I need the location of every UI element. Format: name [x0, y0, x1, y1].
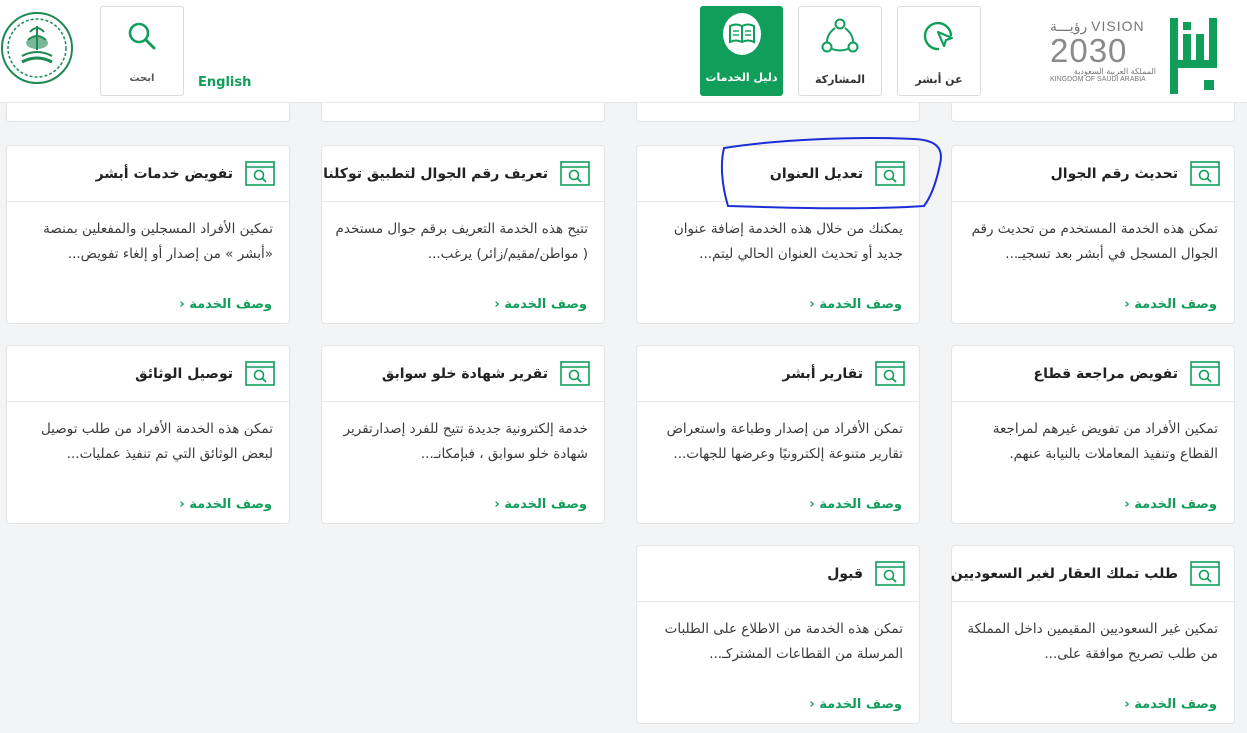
vision-logo-english: KINGDOM OF SAUDI ARABIA [1050, 76, 1146, 83]
about-absher-button[interactable]: عن أبشر [897, 6, 981, 96]
service-title: توصيل الوثائق [135, 365, 233, 382]
service-description: يمكنك من خلال هذه الخدمة إضافة عنوان جدي… [673, 221, 903, 262]
service-card[interactable]: تحديث رقم الجوال تمكن هذه الخدمة المستخد… [951, 145, 1235, 324]
vision-logo-year: 2030 [1050, 32, 1128, 69]
service-title: تفويض خدمات أبشر [95, 165, 233, 182]
search-icon [123, 17, 161, 55]
services-guide-label: دليل الخدمات [705, 71, 778, 84]
service-card[interactable]: تعريف رقم الجوال لتطبيق توكلنا تتيح هذه … [321, 145, 605, 324]
service-search-icon [560, 161, 590, 186]
absher-logo[interactable] [1168, 12, 1222, 96]
service-card-partial [321, 102, 605, 122]
service-title: تقارير أبشر [782, 365, 864, 382]
service-description: تتيح هذه الخدمة التعريف برقم جوال مستخدم… [335, 221, 588, 262]
service-search-icon [1190, 361, 1220, 386]
service-details-link[interactable]: وصف الخدمة ‹ [637, 286, 919, 312]
service-card[interactable]: تفويض خدمات أبشر تمكين الأفراد المسجلين … [6, 145, 290, 324]
saudi-emblem-logo[interactable] [0, 10, 74, 86]
service-title: قبول [827, 565, 863, 582]
service-description: تمكن هذه الخدمة الأفراد من طلب توصيل لبع… [40, 421, 273, 462]
service-card[interactable]: طلب تملك العقار لغير السعوديين تمكين غير… [951, 545, 1235, 724]
service-title: تقرير شهادة خلو سوابق [381, 365, 548, 382]
service-title: تحديث رقم الجوال [1050, 165, 1178, 182]
service-search-icon [875, 361, 905, 386]
pointer-icon [920, 17, 958, 55]
service-search-icon [245, 361, 275, 386]
language-switch-link[interactable]: English [198, 75, 251, 90]
participation-button[interactable]: المشاركة [798, 6, 882, 96]
service-details-link[interactable]: وصف الخدمة ‹ [637, 486, 919, 512]
service-description: تمكن هذه الخدمة المستخدم من تحديث رقم ال… [971, 221, 1218, 262]
service-card-partial [951, 102, 1235, 122]
service-description: تمكين الأفراد من تفويض غيرهم لمراجعة الق… [992, 421, 1218, 462]
service-description: تمكين الأفراد المسجلين والمفعلين بمنصة «… [43, 221, 273, 262]
service-description: تمكن الأفراد من إصدار وطباعة واستعراض تق… [666, 421, 903, 462]
site-header: ابحث English دليل الخدمات المشاركة عن أب… [0, 0, 1247, 103]
service-details-link[interactable]: وصف الخدمة ‹ [322, 486, 604, 512]
service-card-partial [636, 102, 920, 122]
service-title: تفويض مراجعة قطاع [1033, 365, 1179, 382]
about-absher-label: عن أبشر [915, 73, 963, 86]
service-search-icon [560, 361, 590, 386]
service-search-icon [875, 161, 905, 186]
book-icon [722, 13, 761, 55]
participation-label: المشاركة [815, 73, 865, 86]
service-description: خدمة إلكترونية جديدة تتيح للفرد إصدارتقر… [343, 421, 588, 462]
service-details-link[interactable]: وصف الخدمة ‹ [7, 486, 289, 512]
service-card[interactable]: تفويض مراجعة قطاع تمكين الأفراد من تفويض… [951, 345, 1235, 524]
service-search-icon [1190, 161, 1220, 186]
service-search-icon [245, 161, 275, 186]
service-description: تمكن هذه الخدمة من الاطلاع على الطلبات ا… [664, 621, 903, 662]
share-icon [821, 17, 859, 55]
service-card[interactable]: تقارير أبشر تمكن الأفراد من إصدار وطباعة… [636, 345, 920, 524]
search-button[interactable]: ابحث [100, 6, 184, 96]
service-details-link[interactable]: وصف الخدمة ‹ [952, 686, 1234, 712]
search-label: ابحث [129, 73, 155, 84]
service-card[interactable]: قبول تمكن هذه الخدمة من الاطلاع على الطل… [636, 545, 920, 724]
service-card-partial [6, 102, 290, 122]
service-details-link[interactable]: وصف الخدمة ‹ [322, 286, 604, 312]
service-title: طلب تملك العقار لغير السعوديين [950, 565, 1178, 582]
service-details-link[interactable]: وصف الخدمة ‹ [637, 686, 919, 712]
service-card[interactable]: توصيل الوثائق تمكن هذه الخدمة الأفراد من… [6, 345, 290, 524]
service-card[interactable]: تقرير شهادة خلو سوابق خدمة إلكترونية جدي… [321, 345, 605, 524]
services-guide-button[interactable]: دليل الخدمات [700, 6, 783, 96]
service-details-link[interactable]: وصف الخدمة ‹ [952, 286, 1234, 312]
vision-2030-logo: رؤيـــة VISION 2030 المملكة العربية السع… [1050, 18, 1162, 96]
service-details-link[interactable]: وصف الخدمة ‹ [7, 286, 289, 312]
service-card[interactable]: تعديل العنوان يمكنك من خلال هذه الخدمة إ… [636, 145, 920, 324]
service-search-icon [1190, 561, 1220, 586]
service-title: تعريف رقم الجوال لتطبيق توكلنا [323, 165, 548, 182]
service-description: تمكين غير السعوديين المقيمين داخل المملك… [967, 621, 1218, 662]
service-details-link[interactable]: وصف الخدمة ‹ [952, 486, 1234, 512]
service-title: تعديل العنوان [769, 165, 863, 182]
service-search-icon [875, 561, 905, 586]
